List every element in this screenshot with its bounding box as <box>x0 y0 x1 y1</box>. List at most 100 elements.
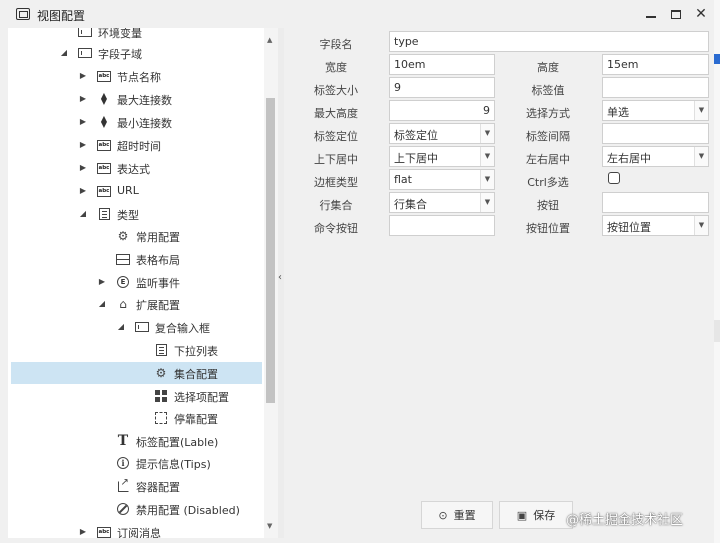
command-button-input[interactable] <box>389 215 495 236</box>
tree-item[interactable]: ▶ abc 表达式 <box>8 157 276 179</box>
width-label: 宽度 <box>325 61 347 74</box>
tree-item[interactable]: ▶ ▲ ▼ 最小连接数 <box>8 111 276 133</box>
abc-icon: abc <box>97 139 111 151</box>
collapsed-arrow-icon[interactable]: ▶ <box>79 164 87 172</box>
expanded-arrow-icon[interactable]: ◢ <box>60 49 68 57</box>
tree-item[interactable]: ▶ abc URL <box>8 180 276 202</box>
tree-item[interactable]: ◢ 类型 <box>8 203 276 225</box>
label-size-input[interactable]: 9 <box>389 77 495 98</box>
collapsed-arrow-icon[interactable]: ▶ <box>79 95 87 103</box>
tree-item[interactable]: 容器配置 <box>8 475 276 497</box>
tree-item[interactable]: 下拉列表 <box>8 339 276 361</box>
halign-dropdown[interactable]: 左右居中 ▼ <box>602 146 709 167</box>
reset-icon: ⊙ <box>438 508 448 522</box>
title-bar[interactable]: 视图配置 ✕ <box>0 0 714 28</box>
minimize-button[interactable] <box>640 4 662 24</box>
layout-icon <box>116 253 130 265</box>
tree-item[interactable]: i 提示信息(Tips) <box>8 452 276 474</box>
border-type-dropdown[interactable]: flat ▼ <box>389 169 495 190</box>
save-button-label: 保存 <box>533 509 556 522</box>
tree-item-label: 复合输入框 <box>155 322 210 335</box>
ctrl-multi-checkbox[interactable] <box>608 172 620 184</box>
max-height-input[interactable]: 9 <box>389 100 495 121</box>
tree-item[interactable]: ⚙ 常用配置 <box>8 225 276 247</box>
row-set-label: 行集合 <box>319 199 353 212</box>
valign-value: 上下居中 <box>394 152 438 165</box>
tree-item[interactable]: 表格布局 <box>8 248 276 270</box>
dashed-box-icon <box>154 412 168 424</box>
collapsed-arrow-icon[interactable]: ▶ <box>79 118 87 126</box>
tree-item-label: 表达式 <box>117 163 150 176</box>
chevron-down-icon[interactable]: ▼ <box>480 147 494 166</box>
button-input[interactable] <box>602 192 709 213</box>
chevron-down-icon[interactable]: ▼ <box>694 216 708 235</box>
tree-item[interactable]: ◢ 字段子域 <box>8 42 276 64</box>
label-spacing-label: 标签间隔 <box>526 130 570 143</box>
expanded-arrow-icon[interactable]: ◢ <box>98 300 106 308</box>
collapse-chevron-icon[interactable]: ‹ <box>278 272 282 283</box>
expanded-arrow-icon[interactable]: ◢ <box>79 210 87 218</box>
close-button[interactable]: ✕ <box>690 4 712 24</box>
tree-item-label: 集合配置 <box>174 368 218 381</box>
width-input[interactable]: 10em <box>389 54 495 75</box>
label-spacing-input[interactable] <box>602 123 709 144</box>
max-height-label: 最大高度 <box>314 107 358 120</box>
tree-item[interactable]: ▶ abc 超时时间 <box>8 134 276 156</box>
chevron-down-icon[interactable]: ▼ <box>480 124 494 143</box>
tree-item[interactable]: 禁用配置 (Disabled) <box>8 498 276 520</box>
height-input[interactable]: 15em <box>602 54 709 75</box>
label-size-label: 标签大小 <box>314 84 358 97</box>
tree-item[interactable]: ▶ abc 订阅消息 <box>8 521 276 538</box>
collapsed-arrow-icon[interactable]: ▶ <box>79 141 87 149</box>
maximize-button[interactable] <box>665 4 687 24</box>
gears-icon: ⚙ <box>117 229 129 243</box>
tree-item-label: 最小连接数 <box>117 117 172 130</box>
label-value-input[interactable] <box>602 77 709 98</box>
grid-icon <box>154 390 168 402</box>
label-position-value: 标签定位 <box>394 129 438 142</box>
collapsed-arrow-icon[interactable]: ▶ <box>79 72 87 80</box>
collapsed-arrow-icon[interactable]: ▶ <box>79 528 87 536</box>
save-button[interactable]: ▣ 保存 <box>499 501 573 529</box>
tree-item[interactable]: ◢ 复合输入框 <box>8 316 276 338</box>
tree-item[interactable]: ◢ ⌂ 扩展配置 <box>8 293 276 315</box>
tree-item[interactable]: 停靠配置 <box>8 407 276 429</box>
list-doc-icon <box>97 208 111 220</box>
reset-button[interactable]: ⊙ 重置 <box>421 501 493 529</box>
button-label: 按钮 <box>537 199 559 212</box>
chevron-down-icon[interactable]: ▼ <box>694 147 708 166</box>
tree-item[interactable]: ▶ E 监听事件 <box>8 271 276 293</box>
tree-item-label: 环境变量 <box>98 28 142 40</box>
chevron-down-icon[interactable]: ▼ <box>480 170 494 189</box>
label-position-dropdown[interactable]: 标签定位 ▼ <box>389 123 495 144</box>
expanded-arrow-icon[interactable]: ◢ <box>117 323 125 331</box>
scroll-up-icon[interactable]: ▲ <box>267 36 272 44</box>
scroll-thumb[interactable] <box>266 98 275 403</box>
abc-icon: abc <box>97 185 111 197</box>
collapsed-arrow-icon[interactable]: ▶ <box>98 278 106 286</box>
config-tree[interactable]: 环境变量 ◢ 字段子域 ▶ abc 节点名称 ▶ ▲ ▼ 最大连接数 ▶ ▲ ▼ 最小连接数 ▶ abc 超时时… <box>8 28 276 538</box>
tree-item[interactable]: ⚙ 集合配置 <box>11 362 262 384</box>
select-mode-label: 选择方式 <box>526 107 570 120</box>
collapsed-arrow-icon[interactable]: ▶ <box>79 187 87 195</box>
height-label: 高度 <box>537 61 559 74</box>
tree-item[interactable]: 环境变量 <box>8 28 276 43</box>
select-mode-dropdown[interactable]: 单选 ▼ <box>602 100 709 121</box>
tree-item[interactable]: ▶ ▲ ▼ 最大连接数 <box>8 88 276 110</box>
tree-item[interactable]: ▶ abc 节点名称 <box>8 65 276 87</box>
chevron-down-icon[interactable]: ▼ <box>694 101 708 120</box>
chevron-down-icon[interactable]: ▼ <box>480 193 494 212</box>
tree-item[interactable]: T 标签配置(Lable) <box>8 430 276 452</box>
tree-scrollbar[interactable]: ▲ ▼ <box>264 28 278 538</box>
row-set-dropdown[interactable]: 行集合 ▼ <box>389 192 495 213</box>
tree-item[interactable]: 选择项配置 <box>8 385 276 407</box>
tree-item-label: 容器配置 <box>136 481 180 494</box>
border-type-value: flat <box>394 173 412 186</box>
tree-item-label: URL <box>117 184 139 197</box>
label-position-label: 标签定位 <box>314 130 358 143</box>
valign-dropdown[interactable]: 上下居中 ▼ <box>389 146 495 167</box>
field-name-input[interactable]: type <box>389 31 709 52</box>
halign-label: 左右居中 <box>526 153 570 166</box>
button-position-dropdown[interactable]: 按钮位置 ▼ <box>602 215 709 236</box>
scroll-down-icon[interactable]: ▼ <box>267 522 272 530</box>
